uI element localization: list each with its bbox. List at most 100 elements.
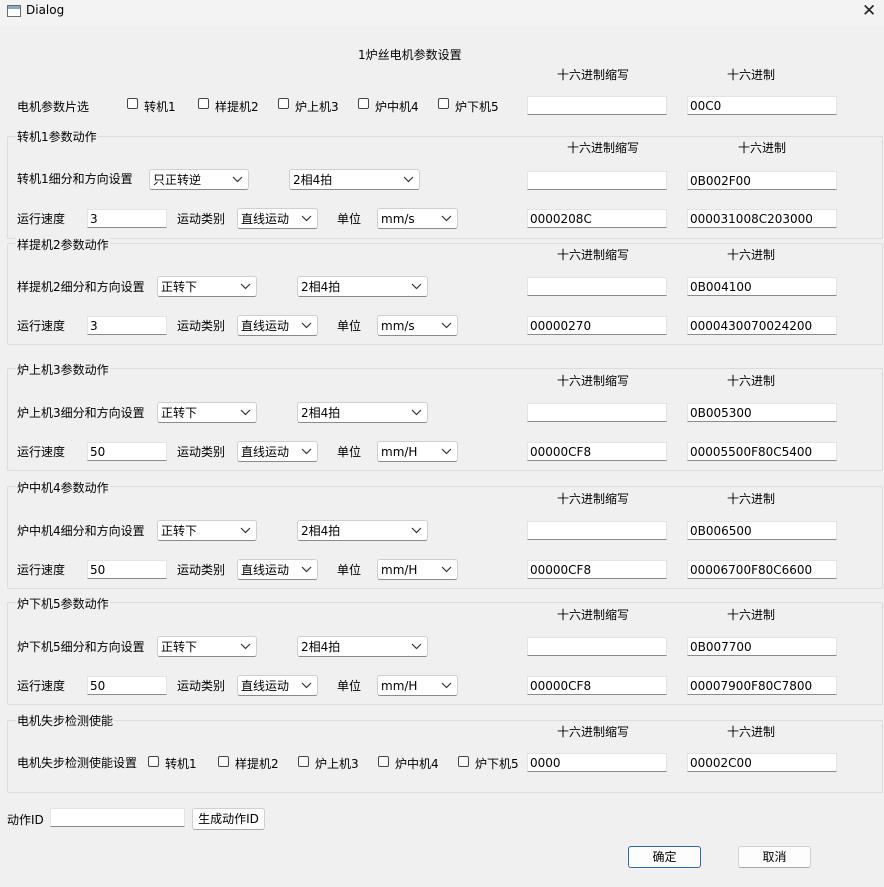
direction-hex-field[interactable]: 0B004100 [687, 277, 837, 296]
chevron-down-icon [240, 283, 251, 290]
step-mode-select[interactable]: 2相4拍 [297, 636, 428, 657]
direction-hex-field[interactable]: 0B002F00 [687, 171, 837, 190]
unit-value: mm/s [381, 319, 415, 333]
checkbox-step-loss-motor2[interactable] [218, 756, 229, 767]
motion-type-select[interactable]: 直线运动 [237, 208, 318, 229]
hex-header: 十六进制 [738, 141, 787, 155]
hex-header: 十六进制 [727, 68, 776, 82]
unit-select[interactable]: mm/s [377, 315, 458, 336]
unit-select[interactable]: mm/H [377, 559, 458, 580]
hex-short-header: 十六进制缩写 [567, 141, 640, 155]
chevron-down-icon [411, 409, 422, 416]
chevron-down-icon [301, 448, 312, 455]
ok-button[interactable]: 确定 [628, 846, 701, 868]
direction-hex-field[interactable]: 0B007700 [687, 637, 837, 656]
checkbox-label: 炉上机3 [315, 757, 359, 771]
window-title: Dialog [26, 3, 65, 17]
step-mode-select[interactable]: 2相4拍 [297, 276, 428, 297]
step-mode-select[interactable]: 2相4拍 [289, 169, 420, 190]
unit-value: mm/H [381, 445, 418, 459]
checkbox-step-loss-motor4[interactable] [378, 756, 389, 767]
direction-value: 正转下 [161, 524, 198, 538]
unit-select[interactable]: mm/s [377, 208, 458, 229]
speed-field[interactable]: 50 [87, 442, 167, 461]
speed-hex-short-field[interactable]: 00000270 [527, 316, 667, 335]
direction-hex-short-field[interactable] [527, 637, 667, 656]
checkbox-motor1[interactable] [127, 98, 138, 109]
motion-type-label: 运动类别 [177, 563, 226, 577]
motion-type-label: 运动类别 [177, 319, 226, 333]
hex-header: 十六进制 [727, 374, 776, 388]
checkbox-step-loss-motor1[interactable] [148, 756, 159, 767]
checkbox-label: 炉下机5 [475, 757, 519, 771]
checkbox-motor2[interactable] [198, 98, 209, 109]
speed-hex-short-field[interactable]: 00000CF8 [527, 676, 667, 695]
checkbox-step-loss-motor5[interactable] [458, 756, 469, 767]
speed-hex-short-field[interactable]: 0000208C [527, 209, 667, 228]
direction-select[interactable]: 正转下 [157, 520, 257, 541]
speed-field[interactable]: 50 [87, 676, 167, 695]
hex-header: 十六进制 [727, 248, 776, 262]
checkbox-label: 炉上机3 [295, 100, 339, 114]
speed-field[interactable]: 50 [87, 560, 167, 579]
step-loss-hex-field[interactable]: 00002C00 [687, 753, 837, 772]
motion-type-select[interactable]: 直线运动 [237, 441, 318, 462]
motion-type-select[interactable]: 直线运动 [237, 675, 318, 696]
unit-label: 单位 [337, 679, 362, 693]
speed-label: 运行速度 [17, 445, 66, 459]
motion-type-label: 运动类别 [177, 212, 226, 226]
direction-hex-field[interactable]: 0B005300 [687, 403, 837, 422]
direction-hex-short-field[interactable] [527, 403, 667, 422]
step-loss-hex-short-field[interactable]: 0000 [527, 753, 667, 772]
checkbox-motor5[interactable] [438, 98, 449, 109]
group-legend: 炉下机5参数动作 [16, 595, 110, 612]
chevron-down-icon [441, 215, 452, 222]
direction-select[interactable]: 正转下 [157, 402, 257, 423]
direction-select[interactable]: 正转下 [157, 636, 257, 657]
motion-type-select[interactable]: 直线运动 [237, 559, 318, 580]
unit-select[interactable]: mm/H [377, 675, 458, 696]
hex-short-header: 十六进制缩写 [557, 68, 630, 82]
step-mode-select[interactable]: 2相4拍 [297, 402, 428, 423]
speed-label: 运行速度 [17, 319, 66, 333]
direction-hex-field[interactable]: 0B006500 [687, 521, 837, 540]
speed-hex-field[interactable]: 00007900F80C7800 [687, 676, 837, 695]
checkbox-step-loss-motor3[interactable] [298, 756, 309, 767]
speed-label: 运行速度 [17, 563, 66, 577]
cancel-button[interactable]: 取消 [738, 846, 811, 868]
speed-hex-field[interactable]: 0000430070024200 [687, 316, 837, 335]
motion-type-value: 直线运动 [241, 563, 290, 577]
motion-type-select[interactable]: 直线运动 [237, 315, 318, 336]
direction-hex-short-field[interactable] [527, 521, 667, 540]
generate-action-id-button[interactable]: 生成动作ID [192, 808, 265, 830]
chevron-down-icon [240, 527, 251, 534]
speed-hex-field[interactable]: 000031008C203000 [687, 209, 837, 228]
speed-label: 运行速度 [17, 679, 66, 693]
group-legend: 转机1参数动作 [16, 128, 98, 145]
chevron-down-icon [411, 283, 422, 290]
group-legend: 炉中机4参数动作 [16, 479, 110, 496]
speed-hex-field[interactable]: 00006700F80C6600 [687, 560, 837, 579]
direction-hex-short-field[interactable] [527, 171, 667, 190]
direction-hex-short-field[interactable] [527, 277, 667, 296]
motion-type-value: 直线运动 [241, 445, 290, 459]
speed-field[interactable]: 3 [87, 209, 167, 228]
unit-select[interactable]: mm/H [377, 441, 458, 462]
direction-select[interactable]: 只正转逆 [149, 169, 249, 190]
direction-label: 样提机2细分和方向设置 [17, 280, 145, 294]
speed-hex-field[interactable]: 00005500F80C5400 [687, 442, 837, 461]
step-mode-select[interactable]: 2相4拍 [297, 520, 428, 541]
direction-select[interactable]: 正转下 [157, 276, 257, 297]
checkbox-motor4[interactable] [358, 98, 369, 109]
step-mode-value: 2相4拍 [301, 280, 341, 294]
close-icon[interactable]: ✕ [862, 0, 876, 22]
select-hex-short-field[interactable] [527, 96, 667, 115]
action-id-field[interactable] [50, 808, 185, 827]
step-loss-label: 电机失步检测使能设置 [17, 756, 138, 770]
speed-hex-short-field[interactable]: 00000CF8 [527, 560, 667, 579]
select-hex-field[interactable]: 00C0 [687, 96, 837, 115]
group-legend: 炉上机3参数动作 [16, 361, 110, 378]
speed-field[interactable]: 3 [87, 316, 167, 335]
speed-hex-short-field[interactable]: 00000CF8 [527, 442, 667, 461]
checkbox-motor3[interactable] [278, 98, 289, 109]
